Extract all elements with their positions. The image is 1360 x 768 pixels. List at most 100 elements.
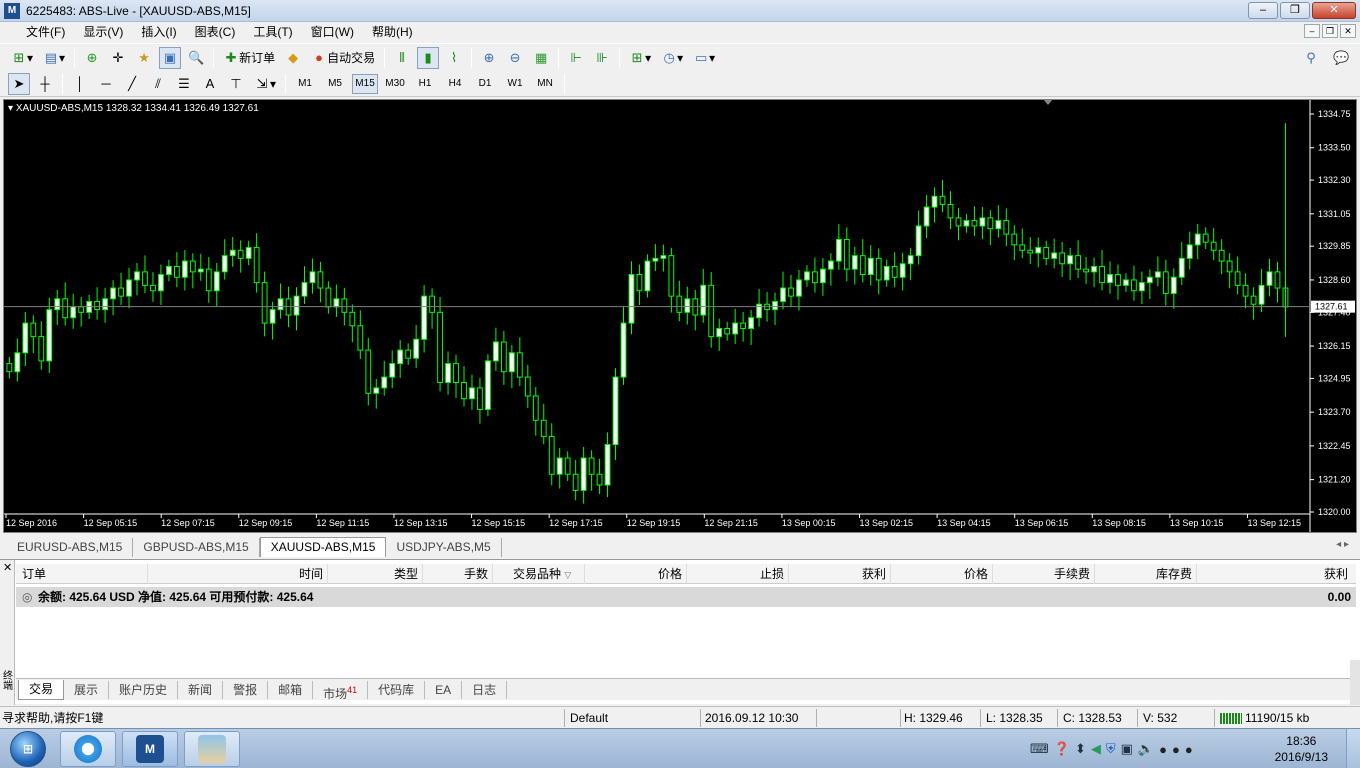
menu-charts[interactable]: 图表(C) (186, 22, 245, 42)
col-profit[interactable]: 获利 (1197, 564, 1352, 584)
tf-m1-button[interactable]: M1 (292, 74, 318, 94)
text-button[interactable]: A (199, 73, 221, 95)
taskbar-browser-app[interactable] (60, 731, 116, 767)
status-traffic[interactable]: 11190/15 kb (1220, 710, 1309, 726)
tf-h1-button[interactable]: H1 (412, 74, 438, 94)
menu-window[interactable]: 窗口(W) (302, 22, 363, 42)
zoom-out-button[interactable]: ⊖ (504, 47, 526, 69)
start-button[interactable]: ⊞ (2, 730, 54, 768)
keyboard-icon[interactable]: ⌨ (1030, 741, 1049, 757)
security-shield-icon[interactable]: ⛨ (1106, 741, 1116, 757)
terminal-tab-mailbox[interactable]: 邮箱 (268, 680, 314, 699)
maximize-button[interactable]: ❐ (1280, 2, 1310, 19)
chart-tab-xauusd[interactable]: XAUUSD-ABS,M15 (259, 537, 387, 557)
col-tp[interactable]: 获利 (789, 564, 891, 584)
terminal-tab-history[interactable]: 账户历史 (109, 680, 179, 699)
market-watch-button[interactable]: ⊕ (81, 47, 103, 69)
chart-tab-eurusd[interactable]: EURUSD-ABS,M15 (7, 538, 134, 557)
search-button[interactable]: ⚲ (1300, 47, 1322, 69)
line-chart-button[interactable]: ⌇ (443, 47, 465, 69)
candlestick-chart[interactable]: 1334.75 1333.50 1332.30 1331.05 1329.85 1328.… (4, 100, 1356, 532)
monitor-icon[interactable]: ▣ (1121, 741, 1133, 757)
chart-tab-scroll-arrows[interactable]: ◂ ▸ (1336, 539, 1349, 550)
menu-tools[interactable]: 工具(T) (244, 22, 301, 42)
price-chart[interactable]: 1334.75 1333.50 1332.30 1331.05 1329.85 1328.… (3, 99, 1357, 533)
strategy-tester-button[interactable]: 🔍 (185, 47, 207, 69)
menu-insert[interactable]: 插入(I) (132, 22, 185, 42)
equidistant-channel-button[interactable]: ⫽ (147, 73, 169, 95)
col-lots[interactable]: 手数 (423, 564, 493, 584)
col-commission[interactable]: 手续费 (993, 564, 1095, 584)
col-symbol[interactable]: 交易品种 ▽ (493, 564, 585, 584)
close-button[interactable]: ✕ (1312, 2, 1356, 19)
qq-icon-2[interactable]: ● (1172, 742, 1180, 757)
system-clock[interactable]: 18:36 2016/9/13 (1275, 733, 1328, 765)
col-time[interactable]: 时间 (148, 564, 328, 584)
terminal-tab-exposure[interactable]: 展示 (64, 680, 110, 699)
navigator-button[interactable]: ★ (133, 47, 155, 69)
help-icon[interactable]: ❓ (1054, 741, 1070, 757)
tf-h4-button[interactable]: H4 (442, 74, 468, 94)
taskbar-metatrader-app[interactable]: M (122, 731, 178, 767)
new-order-button[interactable]: ✚ 新订单 (220, 47, 278, 69)
chart-shift-button[interactable]: ⊩ (565, 47, 587, 69)
col-price[interactable]: 价格 (585, 564, 687, 584)
templates-button[interactable]: ▭ ▾ (690, 47, 718, 69)
data-window-button[interactable]: ✛ (107, 47, 129, 69)
menu-view[interactable]: 显示(V) (74, 22, 132, 42)
arrows-button[interactable]: ⇲ ▾ (251, 73, 279, 95)
terminal-scrollbar[interactable] (1350, 660, 1360, 705)
terminal-tab-journal[interactable]: 日志 (462, 680, 508, 699)
col-sl[interactable]: 止损 (687, 564, 789, 584)
col-close-price[interactable]: 价格 (891, 564, 993, 584)
terminal-close-icon[interactable]: ✕ (3, 561, 12, 574)
tf-w1-button[interactable]: W1 (502, 74, 528, 94)
col-type[interactable]: 类型 (328, 564, 423, 584)
autoscroll-button[interactable]: ⊪ (591, 47, 613, 69)
terminal-tab-alerts[interactable]: 警报 (223, 680, 269, 699)
menu-help[interactable]: 帮助(H) (363, 22, 422, 42)
horizontal-line-button[interactable]: ─ (95, 73, 117, 95)
terminal-tab-codebase[interactable]: 代码库 (368, 680, 426, 699)
tf-m5-button[interactable]: M5 (322, 74, 348, 94)
tf-mn-button[interactable]: MN (532, 74, 558, 94)
tray-expand-icon[interactable]: ⬍ (1075, 741, 1086, 757)
chart-tab-usdjpy[interactable]: USDJPY-ABS,M5 (386, 538, 502, 557)
fibonacci-button[interactable]: ☰ (173, 73, 195, 95)
terminal-tab-news[interactable]: 新闻 (178, 680, 224, 699)
mdi-close-button[interactable]: ✕ (1340, 24, 1356, 38)
balance-summary-row[interactable]: ◎ 余额: 425.64 USD 净值: 425.64 可用预付款: 425.6… (16, 587, 1356, 607)
col-swap[interactable]: 库存费 (1095, 564, 1197, 584)
tf-m15-button[interactable]: M15 (352, 73, 379, 94)
mdi-restore-button[interactable]: ❐ (1322, 24, 1338, 38)
crosshair-button[interactable]: ┼ (34, 73, 56, 95)
qq-icon-3[interactable]: ● (1185, 742, 1193, 757)
menu-file[interactable]: 文件(F) (0, 22, 74, 42)
terminal-button[interactable]: ▣ (159, 46, 182, 69)
chat-button[interactable]: 💬 (1330, 47, 1352, 69)
zoom-in-button[interactable]: ⊕ (478, 47, 500, 69)
tf-m30-button[interactable]: M30 (382, 74, 408, 94)
mdi-minimize-button[interactable]: ‒ (1304, 24, 1320, 38)
terminal-tab-trade[interactable]: 交易 (18, 679, 65, 700)
tile-windows-button[interactable]: ▦ (530, 47, 552, 69)
indicators-button[interactable]: ⊞ ▾ (626, 47, 654, 69)
candlestick-button[interactable]: ▮ (417, 46, 440, 69)
taskbar-photo-app[interactable] (184, 731, 240, 767)
vertical-line-button[interactable]: │ (69, 73, 91, 95)
trendline-button[interactable]: ╱ (121, 73, 143, 95)
bar-chart-button[interactable]: ⫴ (391, 47, 413, 69)
metaeditor-button[interactable]: ◆ (282, 47, 304, 69)
tf-d1-button[interactable]: D1 (472, 74, 498, 94)
network-icon[interactable]: ◀ (1091, 741, 1101, 757)
chart-tab-gbpusd[interactable]: GBPUSD-ABS,M15 (133, 538, 260, 557)
terminal-tab-experts[interactable]: EA (425, 680, 463, 699)
auto-trading-button[interactable]: ● 自动交易 (308, 47, 378, 69)
col-order[interactable]: 订单 (16, 564, 148, 584)
cursor-button[interactable]: ➤ (8, 72, 30, 95)
text-label-button[interactable]: ⊤ (225, 73, 247, 95)
new-chart-button[interactable]: ⊞ ▾ (8, 47, 36, 69)
show-desktop-button[interactable] (1346, 729, 1360, 768)
volume-icon[interactable]: 🔈 (1138, 741, 1154, 757)
profiles-button[interactable]: ▤ ▾ (40, 47, 68, 69)
